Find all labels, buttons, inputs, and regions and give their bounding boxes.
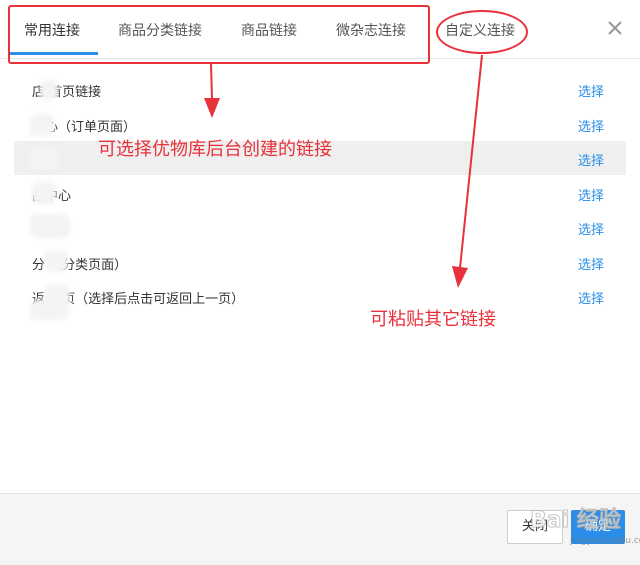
- annotation-arrow-line: [459, 54, 483, 269]
- watermark-logo: Bai 经验: [530, 508, 622, 534]
- annotation-arrowhead: [204, 98, 220, 118]
- annotation-arrowhead: [452, 266, 468, 288]
- watermark-url: jingyan.baidu.com: [570, 536, 640, 546]
- annotation-arrows: [204, 54, 483, 288]
- annotation-text: 可选择优物库后台创建的链接: [98, 139, 332, 160]
- annotation-text: 可粘贴其它链接: [370, 309, 496, 330]
- annotation-arrow-line: [210, 62, 213, 101]
